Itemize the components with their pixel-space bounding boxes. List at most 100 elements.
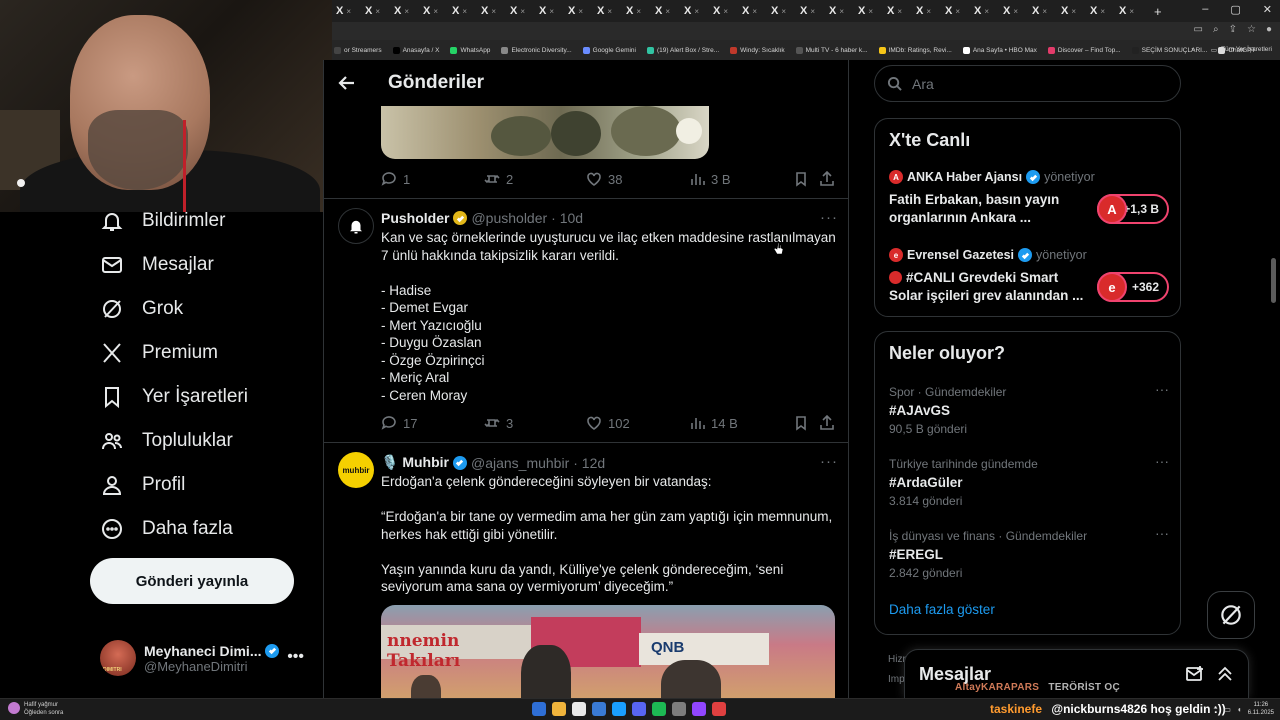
tab-close-icon[interactable]: × — [665, 7, 670, 16]
tab-close-icon[interactable]: × — [1071, 7, 1076, 16]
close-window-button[interactable]: ✕ — [1263, 3, 1272, 16]
tab-close-icon[interactable]: × — [781, 7, 786, 16]
reply-button[interactable]: 1 — [381, 171, 410, 187]
taskbar-app-icon[interactable] — [632, 702, 646, 716]
browser-tab[interactable]: X × — [684, 3, 713, 19]
live-listeners-pill[interactable]: e +362 — [1097, 272, 1169, 302]
post-time[interactable]: · 10d — [551, 210, 583, 226]
tab-close-icon[interactable]: × — [868, 7, 873, 16]
repost-button[interactable]: 2 — [484, 171, 513, 187]
trend-item[interactable]: Türkiye tarihinde gündemde #ArdaGüler 3.… — [889, 453, 1169, 508]
back-button[interactable] — [324, 60, 370, 106]
maximize-button[interactable]: ▢ — [1230, 3, 1240, 16]
live-item[interactable]: e Evrensel Gazetesi yönetiyor #CANLI Gre… — [889, 248, 1169, 304]
grok-floating-button[interactable] — [1207, 591, 1255, 639]
tab-close-icon[interactable]: × — [1100, 7, 1105, 16]
post-media-image[interactable] — [381, 106, 709, 159]
bookmark-star-icon[interactable]: ☆ — [1247, 24, 1256, 35]
chevron-up-icon[interactable]: ^ — [1214, 705, 1218, 714]
nav-item-bookmarks[interactable]: Yer İşaretleri — [100, 379, 248, 415]
tab-close-icon[interactable]: × — [839, 7, 844, 16]
browser-tab[interactable]: X × — [655, 3, 684, 19]
taskbar-app-icon[interactable] — [552, 702, 566, 716]
new-tab-button[interactable]: + — [1154, 4, 1162, 19]
like-button[interactable]: 38 — [586, 171, 622, 187]
tab-close-icon[interactable]: × — [607, 7, 612, 16]
expand-up-icon[interactable] — [1215, 664, 1235, 689]
browser-tab[interactable]: X × — [626, 3, 655, 19]
search-box[interactable] — [874, 65, 1181, 102]
browser-tab[interactable]: X × — [597, 3, 626, 19]
network-icon[interactable]: ▭ — [1223, 705, 1231, 714]
taskbar-app-icon[interactable] — [692, 702, 706, 716]
tab-close-icon[interactable]: × — [462, 7, 467, 16]
trend-item[interactable]: Spor · Gündemdekiler #AJAvGS 90,5 B gönd… — [889, 381, 1169, 436]
clock[interactable]: 11:26 6.11.2025 — [1248, 701, 1274, 717]
show-more-link[interactable]: Daha fazla göster — [889, 602, 995, 617]
reply-button[interactable]: 17 — [381, 415, 417, 431]
nav-item-messages[interactable]: Mesajlar — [100, 247, 214, 283]
tab-close-icon[interactable]: × — [578, 7, 583, 16]
tab-close-icon[interactable]: × — [1013, 7, 1018, 16]
tab-close-icon[interactable]: × — [433, 7, 438, 16]
browser-tab[interactable]: X × — [1032, 3, 1061, 19]
share-button[interactable] — [819, 415, 835, 431]
bookmark-item[interactable]: or Streamers — [334, 46, 382, 54]
zoom-icon[interactable]: ⌕ — [1213, 24, 1219, 35]
browser-tab[interactable]: X × — [1003, 3, 1032, 19]
browser-tab[interactable]: X × — [394, 3, 423, 19]
bookmark-button[interactable] — [793, 415, 809, 431]
tab-close-icon[interactable]: × — [520, 7, 525, 16]
like-button[interactable]: 102 — [586, 415, 630, 431]
tab-close-icon[interactable]: × — [549, 7, 554, 16]
author-handle[interactable]: @pusholder — [471, 210, 547, 226]
tab-close-icon[interactable]: × — [1129, 7, 1134, 16]
author-handle[interactable]: @ajans_muhbir — [471, 455, 569, 471]
cast-icon[interactable]: ▭ — [1194, 24, 1203, 35]
new-message-icon[interactable] — [1185, 664, 1205, 689]
bookmark-item[interactable]: (19) Alert Box / Stre... — [647, 46, 719, 54]
browser-tab[interactable]: X × — [1119, 3, 1148, 19]
author-name[interactable]: Pusholder — [381, 210, 449, 226]
trend-item[interactable]: İş dünyası ve finans · Gündemdekiler #ER… — [889, 525, 1169, 580]
browser-tab[interactable]: X × — [1061, 3, 1090, 19]
bookmark-item[interactable]: WhatsApp — [450, 46, 490, 54]
nav-item-more[interactable]: Daha fazla — [100, 511, 233, 547]
taskbar-app-icon[interactable] — [532, 702, 546, 716]
bookmark-item[interactable]: Electronic Diversity... — [501, 46, 572, 54]
bookmark-item[interactable]: Discover – Find Top... — [1047, 46, 1121, 54]
taskbar-app-icon[interactable] — [712, 702, 726, 716]
bookmark-button[interactable] — [793, 171, 809, 187]
taskbar-app-icon[interactable] — [612, 702, 626, 716]
tab-close-icon[interactable]: × — [723, 7, 728, 16]
share-icon[interactable]: ⇪ — [1229, 24, 1237, 35]
browser-tab[interactable]: X × — [916, 3, 945, 19]
bookmark-item[interactable]: IMDb: Ratings, Revi... — [878, 46, 952, 54]
taskbar-app-icon[interactable] — [672, 702, 686, 716]
account-more-icon[interactable]: ••• — [287, 648, 304, 666]
browser-tab[interactable]: X × — [742, 3, 771, 19]
bookmark-item[interactable]: Ana Sayfa • HBO Max — [962, 46, 1037, 54]
browser-tab[interactable]: X × — [713, 3, 742, 19]
weather-widget[interactable]: Hafif yağmur Öğleden sonra — [8, 701, 63, 717]
views-button[interactable]: 14 B — [689, 415, 738, 431]
profile-icon[interactable]: ● — [1266, 24, 1272, 35]
trend-more-button[interactable]: ··· — [1155, 525, 1169, 541]
bookmark-item[interactable]: Anasayfa / X — [392, 46, 439, 54]
tab-close-icon[interactable]: × — [375, 7, 380, 16]
taskbar-app-icon[interactable] — [572, 702, 586, 716]
tab-close-icon[interactable]: × — [694, 7, 699, 16]
taskbar-app-icon[interactable] — [592, 702, 606, 716]
browser-tab[interactable]: X × — [829, 3, 858, 19]
tab-close-icon[interactable]: × — [491, 7, 496, 16]
bookmark-item[interactable]: Google Gemini — [582, 46, 636, 54]
browser-tab[interactable]: X × — [423, 3, 452, 19]
views-button[interactable]: 3 B — [689, 171, 731, 187]
minimize-button[interactable]: – — [1202, 3, 1208, 16]
tab-close-icon[interactable]: × — [955, 7, 960, 16]
post-time[interactable]: · 12d — [573, 455, 605, 471]
browser-tab[interactable]: X × — [974, 3, 1003, 19]
post-media-video[interactable]: nnemin Takıları QNB — [381, 605, 835, 698]
bookmarks-overflow-button[interactable]: » — [1191, 46, 1195, 54]
bookmark-item[interactable]: Multi TV - 6 haber k... — [795, 46, 868, 54]
